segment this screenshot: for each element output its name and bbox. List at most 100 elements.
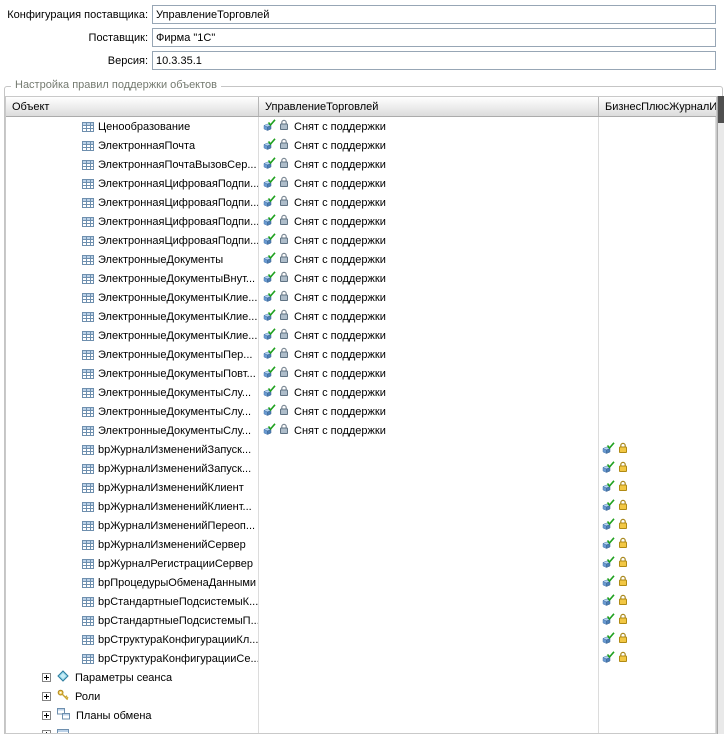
object-table-icon	[82, 159, 94, 171]
lock-yellow-icon	[618, 461, 628, 476]
object-name: bpЖурналИзмененийСервер	[98, 538, 246, 551]
table-row[interactable]: bpЖурналИзмененийКлиент	[6, 478, 716, 497]
table-row[interactable]: ЭлектроннаяПочтаВызовСер... Снят с подде…	[6, 155, 716, 174]
support-status-bp	[602, 651, 628, 666]
table-row[interactable]: ЭлектроннаяЦифроваяПодпи... Снят с подде…	[6, 212, 716, 231]
table-row[interactable]: bpЖурналИзмененийСервер	[6, 535, 716, 554]
table-row[interactable]: ЭлектронныеДокументыПер... Снят с поддер…	[6, 345, 716, 364]
supplier-configuration-window: Конфигурация поставщика: Поставщик: Верс…	[0, 0, 724, 734]
object-table-icon	[82, 577, 94, 589]
column-header-bp-config[interactable]: БизнесПлюсЖурналИзм	[599, 97, 716, 116]
table-row[interactable]: ЭлектронныеДокументыПовт... Снят с подде…	[6, 364, 716, 383]
support-status-text: Снят с поддержки	[294, 291, 386, 304]
object-name: ЭлектроннаяЦифроваяПодпи...	[98, 177, 259, 190]
object-table-icon	[82, 387, 94, 399]
support-status-text: Снят с поддержки	[294, 215, 386, 228]
table-row[interactable]: ЭлектроннаяПочта Снят с поддержки	[6, 136, 716, 155]
supported-check-icon	[263, 233, 276, 248]
tree-node-row[interactable]	[6, 725, 716, 733]
vertical-scrollbar[interactable]	[717, 96, 724, 734]
expand-icon[interactable]	[42, 730, 51, 733]
lock-yellow-icon	[618, 651, 628, 666]
version-input[interactable]	[152, 51, 716, 70]
lock-icon	[279, 309, 289, 324]
lock-icon	[279, 119, 289, 134]
table-row[interactable]: ЭлектроннаяЦифроваяПодпи... Снят с подде…	[6, 174, 716, 193]
table-row[interactable]: bpЖурналИзмененийЗапуск...	[6, 440, 716, 459]
scrollbar-thumb[interactable]	[718, 96, 724, 123]
tree-node-row[interactable]: Роли	[6, 687, 716, 706]
supported-check-icon	[602, 613, 615, 628]
support-status: Снят с поддержки	[263, 176, 386, 191]
metadata-object-icon	[57, 727, 69, 733]
table-row[interactable]: bpЖурналИзмененийЗапуск...	[6, 459, 716, 478]
table-row[interactable]: ЭлектронныеДокументыВнут... Снят с подде…	[6, 269, 716, 288]
support-status: Снят с поддержки	[263, 385, 386, 400]
tree-node-row[interactable]: Параметры сеанса	[6, 668, 716, 687]
support-status-text: Снят с поддержки	[294, 120, 386, 133]
object-table-icon	[82, 197, 94, 209]
table-row[interactable]: bpЖурналИзмененийКлиент...	[6, 497, 716, 516]
version-label: Версия:	[107, 55, 148, 67]
table-row[interactable]: ЭлектронныеДокументыСлу... Снят с поддер…	[6, 402, 716, 421]
supported-check-icon	[602, 594, 615, 609]
table-row[interactable]: bpЖурналРегистрацииСервер	[6, 554, 716, 573]
support-status: Снят с поддержки	[263, 309, 386, 324]
object-name: ЭлектронныеДокументы	[98, 253, 224, 266]
object-name: ЭлектронныеДокументыКлие...	[98, 329, 258, 342]
column-header-supplier-config[interactable]: УправлениеТорговлей	[259, 97, 599, 116]
object-table-icon	[82, 425, 94, 437]
lock-icon	[279, 271, 289, 286]
table-row[interactable]: ЭлектроннаяЦифроваяПодпи... Снят с подде…	[6, 231, 716, 250]
supported-check-icon	[263, 309, 276, 324]
supported-check-icon	[263, 157, 276, 172]
supported-check-icon	[263, 404, 276, 419]
lock-yellow-icon	[618, 556, 628, 571]
lock-icon	[279, 157, 289, 172]
table-row[interactable]: bpСтруктураКонфигурацииСе...	[6, 649, 716, 668]
table-row[interactable]: bpСтруктураКонфигурацииКл...	[6, 630, 716, 649]
supplier-config-input[interactable]	[152, 5, 716, 24]
support-status-bp	[602, 632, 628, 647]
expand-icon[interactable]	[42, 692, 51, 701]
roles-icon	[57, 689, 69, 701]
support-status-text: Снят с поддержки	[294, 367, 386, 380]
object-table-icon	[82, 178, 94, 190]
lock-icon	[279, 423, 289, 438]
table-row[interactable]: ЭлектронныеДокументыКлие... Снят с подде…	[6, 288, 716, 307]
object-table-icon	[82, 330, 94, 342]
table-row[interactable]: ЭлектронныеДокументыКлие... Снят с подде…	[6, 307, 716, 326]
exchange-plans-icon	[57, 708, 70, 720]
tree-node-row[interactable]: Планы обмена	[6, 706, 716, 725]
object-table-icon	[82, 292, 94, 304]
object-table-icon	[82, 463, 94, 475]
column-header-object[interactable]: Объект	[6, 97, 259, 116]
session-parameters-icon	[57, 670, 69, 682]
table-row[interactable]: ЭлектроннаяЦифроваяПодпи... Снят с подде…	[6, 193, 716, 212]
table-header: Объект УправлениеТорговлей БизнесПлюсЖур…	[6, 97, 716, 117]
table-row[interactable]: bpСтандартныеПодсистемыП...	[6, 611, 716, 630]
table-row[interactable]: bpЖурналИзмененийПереоп...	[6, 516, 716, 535]
lock-yellow-icon	[618, 480, 628, 495]
supplier-input[interactable]	[152, 28, 716, 47]
table-row[interactable]: Ценообразование Снят с поддержки	[6, 117, 716, 136]
table-row[interactable]: bpСтандартныеПодсистемыК...	[6, 592, 716, 611]
support-status: Снят с поддержки	[263, 157, 386, 172]
table-row[interactable]: ЭлектронныеДокументыСлу... Снят с поддер…	[6, 383, 716, 402]
supplier-label: Поставщик:	[88, 32, 148, 44]
object-name: ЭлектронныеДокументыПовт...	[98, 367, 256, 380]
object-name: bpСтруктураКонфигурацииСе...	[98, 652, 259, 665]
lock-icon	[279, 176, 289, 191]
lock-icon	[279, 366, 289, 381]
support-status-bp	[602, 556, 628, 571]
table-row[interactable]: ЭлектронныеДокументыКлие... Снят с подде…	[6, 326, 716, 345]
lock-yellow-icon	[618, 499, 628, 514]
table-row[interactable]: bpПроцедурыОбменаДанными	[6, 573, 716, 592]
expand-icon[interactable]	[42, 673, 51, 682]
table-row[interactable]: ЭлектронныеДокументы Снят с поддержки	[6, 250, 716, 269]
support-status-text: Снят с поддержки	[294, 234, 386, 247]
table-row[interactable]: ЭлектронныеДокументыСлу... Снят с поддер…	[6, 421, 716, 440]
expand-icon[interactable]	[42, 711, 51, 720]
object-name: ЭлектронныеДокументыПер...	[98, 348, 253, 361]
object-name: bpСтандартныеПодсистемыП...	[98, 614, 259, 627]
